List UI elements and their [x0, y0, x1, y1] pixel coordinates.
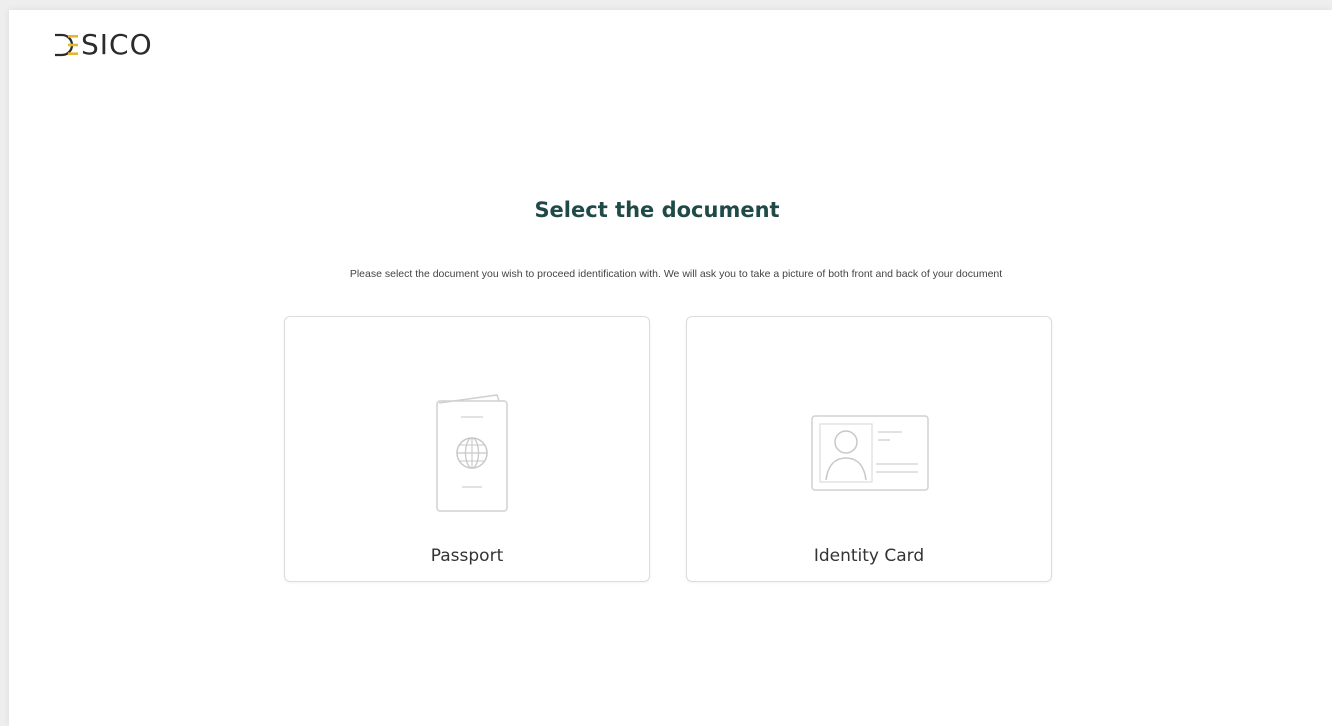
- page-frame: [9, 10, 1332, 726]
- passport-option-card[interactable]: Passport: [284, 316, 650, 582]
- logo-text: SICO: [81, 28, 153, 61]
- desico-logo: SICO: [53, 30, 153, 60]
- identity-card-option-card[interactable]: Identity Card: [686, 316, 1052, 582]
- page-description: Please select the document you wish to p…: [349, 268, 1003, 280]
- identity-card-label: Identity Card: [813, 546, 925, 566]
- passport-label: Passport: [430, 546, 504, 566]
- id-card-icon: [687, 387, 1051, 517]
- page-title: Select the document: [534, 198, 780, 222]
- logo-mark-icon: [55, 33, 78, 57]
- passport-icon: [285, 387, 649, 517]
